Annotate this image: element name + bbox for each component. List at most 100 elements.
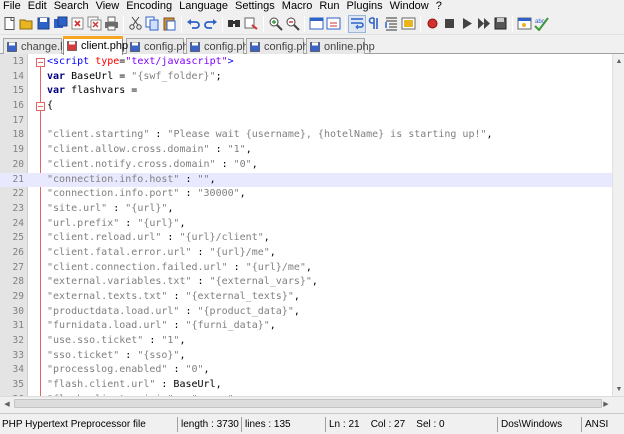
record-macro-icon[interactable]	[424, 16, 440, 32]
horizontal-scroll-thumb[interactable]	[14, 399, 602, 408]
menu-view[interactable]: View	[93, 0, 124, 13]
line-number: 26	[12, 246, 24, 258]
code-text: "connection.info.port" : "30000",	[47, 188, 246, 200]
code-line[interactable]: 35 "flash.client.url" : BaseUrl,	[0, 378, 612, 393]
toolbar-separator	[345, 15, 346, 32]
code-line[interactable]: 15 var flashvars =	[0, 84, 612, 99]
menu-settings[interactable]: Settings	[232, 0, 279, 13]
user-defined-language-icon[interactable]	[400, 16, 416, 32]
code-line[interactable]: 30 "productdata.load.url" : "{product_dat…	[0, 305, 612, 320]
line-number: 19	[12, 144, 24, 156]
status-bar: PHP Hypertext Preprocessor file length :…	[0, 413, 624, 434]
zoom-in-icon[interactable]	[267, 16, 283, 32]
open-file-icon[interactable]	[18, 16, 34, 32]
code-line[interactable]: 20 "client.notify.cross.domain" : "0",	[0, 158, 612, 173]
menu-plugins[interactable]: Plugins	[344, 0, 387, 13]
save-icon[interactable]	[35, 16, 51, 32]
save-all-icon[interactable]	[52, 16, 68, 32]
code-line[interactable]: 13 <script type="text/javascript">	[0, 55, 612, 70]
line-number: 30	[12, 305, 24, 317]
code-line[interactable]: 33 "sso.ticket" : "{sso}",	[0, 349, 612, 364]
zoom-out-icon[interactable]	[284, 16, 300, 32]
menu-encoding[interactable]: Encoding	[123, 0, 176, 13]
code-line[interactable]: 16 {	[0, 99, 612, 114]
code-text: "client.starting" : "Please wait {userna…	[47, 129, 493, 141]
play-macro-icon[interactable]	[458, 16, 474, 32]
menu-language[interactable]: Language	[176, 0, 232, 13]
fold-toggle-icon[interactable]	[36, 102, 45, 112]
code-text: var BaseUrl = "{swf_folder}";	[47, 70, 222, 82]
code-text: "use.sso.ticket" : "1",	[47, 335, 186, 347]
code-line[interactable]: 34 "processlog.enabled" : "0",	[0, 363, 612, 378]
scroll-right-icon[interactable]: ▶	[600, 398, 612, 410]
menu-help[interactable]: ?	[433, 0, 446, 13]
menu-run[interactable]: Run	[316, 0, 343, 13]
file-tab[interactable]: client.php	[63, 36, 128, 55]
horizontal-scrollbar[interactable]: ◀ ▶	[0, 396, 624, 410]
run-macro-multiple-icon[interactable]	[475, 16, 491, 32]
launch-browser-icon[interactable]	[516, 16, 532, 32]
code-line[interactable]: 23 "site.url" : "{url}",	[0, 202, 612, 217]
code-text: <script type="text/javascript">	[47, 56, 234, 67]
menu-file[interactable]: File	[0, 0, 25, 13]
code-line[interactable]: 29 "external.texts.txt" : "{external_text…	[0, 290, 612, 305]
stop-record-icon[interactable]	[441, 16, 457, 32]
code-line[interactable]: 22 "connection.info.port" : "30000",	[0, 187, 612, 202]
vertical-scrollbar[interactable]: ▲ ▼	[612, 54, 624, 396]
sync-vertical-icon[interactable]	[308, 16, 324, 32]
sync-horizontal-icon[interactable]	[325, 16, 341, 32]
status-lines: lines : 135	[242, 416, 326, 432]
code-line[interactable]: 25 "client.reload.url" : "{url}/client",	[0, 231, 612, 246]
code-text: "flash.client.url" : BaseUrl,	[47, 379, 222, 391]
print-icon[interactable]	[103, 16, 119, 32]
code-line[interactable]: 17	[0, 114, 612, 129]
file-tab[interactable]: config.php	[186, 38, 255, 54]
save-macro-icon[interactable]	[492, 16, 508, 32]
line-number: 13	[12, 56, 24, 67]
fold-toggle-icon[interactable]	[36, 58, 45, 67]
new-file-icon[interactable]	[1, 16, 17, 32]
file-tab[interactable]: config.php	[246, 38, 315, 54]
word-wrap-icon[interactable]	[348, 14, 366, 33]
code-line[interactable]: 14 var BaseUrl = "{swf_folder}";	[0, 70, 612, 85]
scroll-left-icon[interactable]: ◀	[1, 398, 13, 410]
toolbar-separator	[304, 15, 305, 32]
line-number: 17	[12, 114, 24, 126]
undo-icon[interactable]	[185, 16, 201, 32]
code-line[interactable]: 27 "client.connection.failed.url" : "{url…	[0, 261, 612, 276]
code-line[interactable]: 19 "client.allow.cross.domain" : "1",	[0, 143, 612, 158]
code-line[interactable]: 28 "external.variables.txt" : "{external_…	[0, 275, 612, 290]
indent-guide-icon[interactable]	[383, 16, 399, 32]
saved-file-icon	[7, 41, 17, 52]
code-line[interactable]: 24 "url.prefix" : "{url}",	[0, 217, 612, 232]
show-all-chars-icon[interactable]	[366, 16, 382, 32]
close-icon[interactable]	[69, 16, 85, 32]
file-tab[interactable]: change.log	[3, 38, 75, 54]
spell-check-icon[interactable]: abc	[533, 16, 549, 32]
code-line[interactable]: 31 "furnidata.load.url" : "{furni_data}",	[0, 319, 612, 334]
scroll-down-icon[interactable]: ▼	[613, 383, 624, 395]
code-editor[interactable]: 13 <script type="text/javascript"> 14 var B…	[0, 54, 612, 396]
close-all-icon[interactable]	[86, 16, 102, 32]
find-icon[interactable]	[226, 16, 242, 32]
code-line[interactable]: 18 "client.starting" : "Please wait {user…	[0, 128, 612, 143]
replace-icon[interactable]	[243, 16, 259, 32]
file-tab[interactable]: config.php	[126, 38, 195, 54]
file-tab-label: client.php	[81, 40, 129, 52]
redo-icon[interactable]	[202, 16, 218, 32]
paste-icon[interactable]	[161, 16, 177, 32]
code-text: var flashvars =	[47, 85, 138, 97]
menu-search[interactable]: Search	[51, 0, 93, 13]
menu-edit[interactable]: Edit	[25, 0, 51, 13]
copy-icon[interactable]	[144, 16, 160, 32]
code-line[interactable]: 26 "client.fatal.error.url" : "{url}/me",	[0, 246, 612, 261]
menu-bar: File Edit Search View Encoding Language Settin…	[0, 0, 624, 13]
cut-icon[interactable]	[127, 16, 143, 32]
file-tab[interactable]: online.php	[306, 38, 375, 54]
code-line[interactable]: 32 "use.sso.ticket" : "1",	[0, 334, 612, 349]
code-line[interactable]: 21 "connection.info.host" : "",	[0, 172, 612, 188]
code-text: "processlog.enabled" : "0",	[47, 364, 210, 376]
menu-macro[interactable]: Macro	[279, 0, 317, 13]
menu-window[interactable]: Window	[387, 0, 433, 13]
scroll-up-icon[interactable]: ▲	[613, 55, 624, 67]
